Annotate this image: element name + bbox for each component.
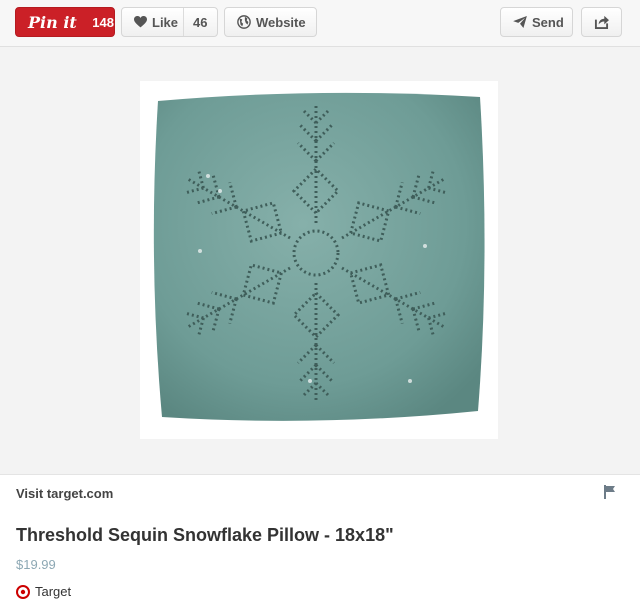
like-count: 46 bbox=[192, 14, 208, 30]
pin-source[interactable]: Target bbox=[16, 584, 71, 599]
pin-image[interactable] bbox=[140, 81, 498, 439]
heart-icon bbox=[134, 16, 147, 28]
target-logo-icon bbox=[16, 584, 30, 599]
pin-count: 148 bbox=[92, 14, 114, 30]
paper-plane-icon bbox=[513, 16, 527, 28]
share-icon bbox=[594, 15, 609, 29]
website-button[interactable]: Website bbox=[224, 7, 317, 37]
visit-site-link[interactable]: Visit target.com bbox=[16, 486, 113, 501]
send-label: Send bbox=[532, 14, 564, 30]
action-toolbar: Pin it 148 Like 46 Website Send bbox=[0, 0, 640, 47]
website-label: Website bbox=[256, 14, 306, 30]
flag-icon[interactable] bbox=[604, 485, 616, 504]
pin-title: Threshold Sequin Snowflake Pillow - 18x1… bbox=[16, 525, 394, 545]
share-button[interactable] bbox=[581, 7, 622, 37]
send-button[interactable]: Send bbox=[500, 7, 573, 37]
like-label: Like bbox=[152, 14, 179, 30]
pin-it-label: Pin it bbox=[28, 12, 77, 32]
pin-image-area bbox=[0, 47, 640, 474]
globe-icon bbox=[237, 15, 251, 29]
pillow-illustration bbox=[153, 92, 485, 421]
like-button[interactable]: Like 46 bbox=[121, 7, 218, 37]
pin-it-button[interactable]: Pin it 148 bbox=[15, 7, 115, 37]
pin-details: Visit target.com Threshold Sequin Snowfl… bbox=[0, 474, 640, 607]
source-name: Target bbox=[35, 584, 72, 599]
pin-price: $19.99 bbox=[16, 557, 56, 572]
